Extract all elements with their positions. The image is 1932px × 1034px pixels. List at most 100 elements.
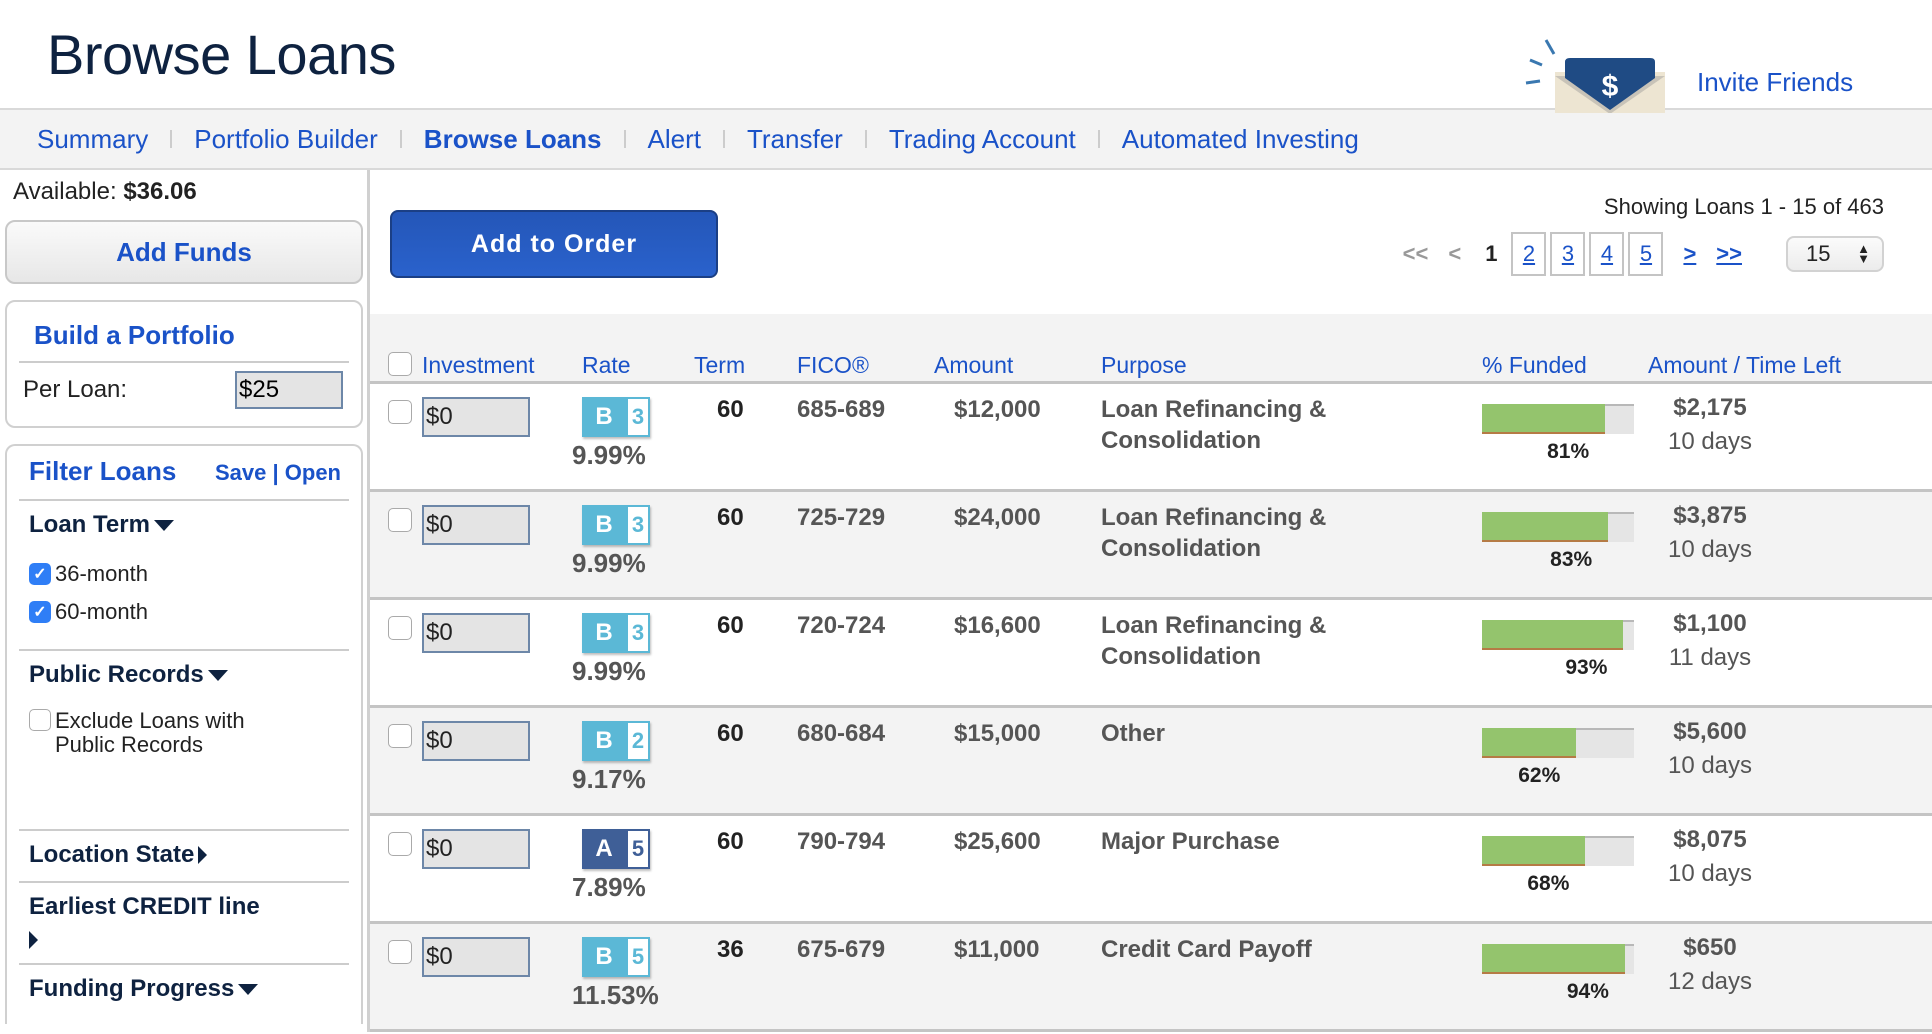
funded-progress-fill	[1482, 728, 1577, 758]
page-4-link[interactable]: 4	[1589, 232, 1625, 276]
amount-left: $8,075	[1673, 826, 1747, 853]
time-left: 10 days	[1667, 536, 1753, 563]
subgrade: 3	[626, 397, 650, 437]
loans-table: Investment Rate Term FICO® Amount Purpos…	[370, 314, 1932, 1032]
loan-amount: $24,000	[954, 504, 1041, 531]
term-36-option[interactable]: ✓ 36-month	[29, 561, 349, 587]
row-select-checkbox[interactable]	[388, 832, 412, 856]
interest-rate: 9.99%	[572, 656, 646, 686]
pagination: << < 1 2 3 4 5 > >> 15 ▲ ▼	[1393, 232, 1884, 276]
public-records-toggle[interactable]: Public Records	[29, 661, 349, 689]
term-36-label: 36-month	[55, 561, 148, 586]
grade-badge: B3	[582, 397, 650, 437]
caret-right-icon	[29, 931, 38, 949]
per-loan-input[interactable]	[235, 371, 343, 409]
last-page-button[interactable]: >>	[1716, 241, 1742, 267]
page-title: Browse Loans	[47, 23, 396, 86]
funding-progress-toggle[interactable]: Funding Progress	[29, 975, 349, 1003]
table-header: Investment Rate Term FICO® Amount Purpos…	[370, 314, 1932, 384]
location-state-title: Location State	[29, 841, 195, 868]
nav-separator	[170, 130, 173, 148]
loan-purpose-link[interactable]: Loan Refinancing & Consolidation	[1101, 502, 1361, 564]
col-purpose[interactable]: Purpose	[1101, 352, 1187, 379]
col-funded[interactable]: % Funded	[1482, 352, 1587, 379]
subgrade: 2	[626, 721, 650, 761]
nav-item-browse-loans[interactable]: Browse Loans	[424, 124, 602, 155]
term-36-checkbox[interactable]: ✓	[29, 563, 51, 585]
row-select-checkbox[interactable]	[388, 616, 412, 640]
nav-item-transfer[interactable]: Transfer	[747, 124, 843, 155]
per-page-value: 15	[1806, 241, 1831, 266]
col-investment[interactable]: Investment	[422, 352, 535, 379]
subgrade: 3	[626, 613, 650, 653]
loan-term-title: Loan Term	[29, 511, 150, 538]
row-select-checkbox[interactable]	[388, 940, 412, 964]
page-3-link[interactable]: 3	[1550, 232, 1586, 276]
next-page-button[interactable]: >	[1683, 241, 1696, 267]
investment-input[interactable]	[422, 721, 530, 761]
col-rate[interactable]: Rate	[582, 352, 631, 379]
loan-amount: $15,000	[954, 720, 1041, 747]
funded-percent: 62%	[1518, 764, 1561, 787]
loan-term: 60	[717, 612, 744, 639]
loan-purpose-link[interactable]: Other	[1101, 718, 1361, 749]
money-envelope-icon[interactable]: $	[1520, 38, 1670, 113]
interest-rate: 9.99%	[572, 440, 646, 470]
build-portfolio-title[interactable]: Build a Portfolio	[19, 320, 349, 363]
nav-item-portfolio-builder[interactable]: Portfolio Builder	[194, 124, 378, 155]
investment-input[interactable]	[422, 397, 530, 437]
prev-page-button[interactable]: <	[1448, 241, 1461, 267]
nav-separator	[623, 130, 626, 148]
filter-loan-term: Loan Term ✓ 36-month ✓ 60-month	[19, 501, 349, 651]
investment-input[interactable]	[422, 613, 530, 653]
row-select-checkbox[interactable]	[388, 508, 412, 532]
row-select-checkbox[interactable]	[388, 400, 412, 424]
first-page-button[interactable]: <<	[1403, 241, 1429, 267]
fico-range: 720-724	[797, 612, 886, 639]
loan-purpose-link[interactable]: Loan Refinancing & Consolidation	[1101, 610, 1361, 672]
add-funds-button[interactable]: Add Funds	[5, 220, 363, 284]
exclude-public-records-option[interactable]: Exclude Loans with Public Records	[29, 709, 349, 757]
caret-down-icon	[207, 669, 228, 681]
add-to-order-button[interactable]: Add to Order	[390, 210, 718, 278]
loan-purpose-link[interactable]: Loan Refinancing & Consolidation	[1101, 394, 1361, 456]
earliest-credit-line-toggle[interactable]: Earliest CREDIT line	[29, 893, 349, 949]
loan-term-toggle[interactable]: Loan Term	[29, 511, 349, 539]
investment-input[interactable]	[422, 829, 530, 869]
col-amount-time-left[interactable]: Amount / Time Left	[1648, 352, 1841, 379]
loan-term: 60	[717, 720, 744, 747]
nav-item-trading-account[interactable]: Trading Account	[889, 124, 1076, 155]
nav-item-summary[interactable]: Summary	[37, 124, 148, 155]
invite-friends[interactable]: $	[1520, 38, 1670, 113]
investment-input[interactable]	[422, 505, 530, 545]
loan-purpose-link[interactable]: Major Purchase	[1101, 826, 1361, 857]
nav-item-alert[interactable]: Alert	[648, 124, 701, 155]
table-row: B511.53% 36 675-679 $11,000 Credit Card Payo…	[370, 924, 1932, 1032]
filter-earliest-credit-line: Earliest CREDIT line	[19, 883, 349, 965]
nav-item-automated-investing[interactable]: Automated Investing	[1122, 124, 1359, 155]
col-amount[interactable]: Amount	[934, 352, 1013, 379]
grade-letter: B	[582, 397, 626, 437]
page-5-link[interactable]: 5	[1628, 232, 1664, 276]
open-filter-link[interactable]: Open	[285, 460, 341, 485]
per-page-select[interactable]: 15 ▲ ▼	[1786, 236, 1884, 272]
term-60-option[interactable]: ✓ 60-month	[29, 599, 349, 625]
save-filter-link[interactable]: Save	[215, 460, 266, 485]
page-2-link[interactable]: 2	[1511, 232, 1547, 276]
available-balance: Available: $36.06	[5, 178, 362, 206]
col-fico[interactable]: FICO®	[797, 352, 869, 379]
filter-funding-progress: Funding Progress	[19, 965, 349, 1015]
row-select-checkbox[interactable]	[388, 724, 412, 748]
amount-left: $5,600	[1673, 718, 1747, 745]
location-state-toggle[interactable]: Location State	[29, 841, 349, 869]
invite-friends-link[interactable]: Invite Friends	[1697, 67, 1853, 98]
funding-progress-title: Funding Progress	[29, 975, 235, 1002]
term-60-checkbox[interactable]: ✓	[29, 601, 51, 623]
select-all-checkbox[interactable]	[388, 352, 412, 376]
investment-input[interactable]	[422, 937, 530, 977]
fico-range: 685-689	[797, 396, 886, 423]
col-term[interactable]: Term	[694, 352, 745, 379]
exclude-public-records-checkbox[interactable]	[29, 709, 51, 731]
loan-purpose-link[interactable]: Credit Card Payoff	[1101, 934, 1361, 965]
subgrade: 5	[626, 937, 650, 977]
